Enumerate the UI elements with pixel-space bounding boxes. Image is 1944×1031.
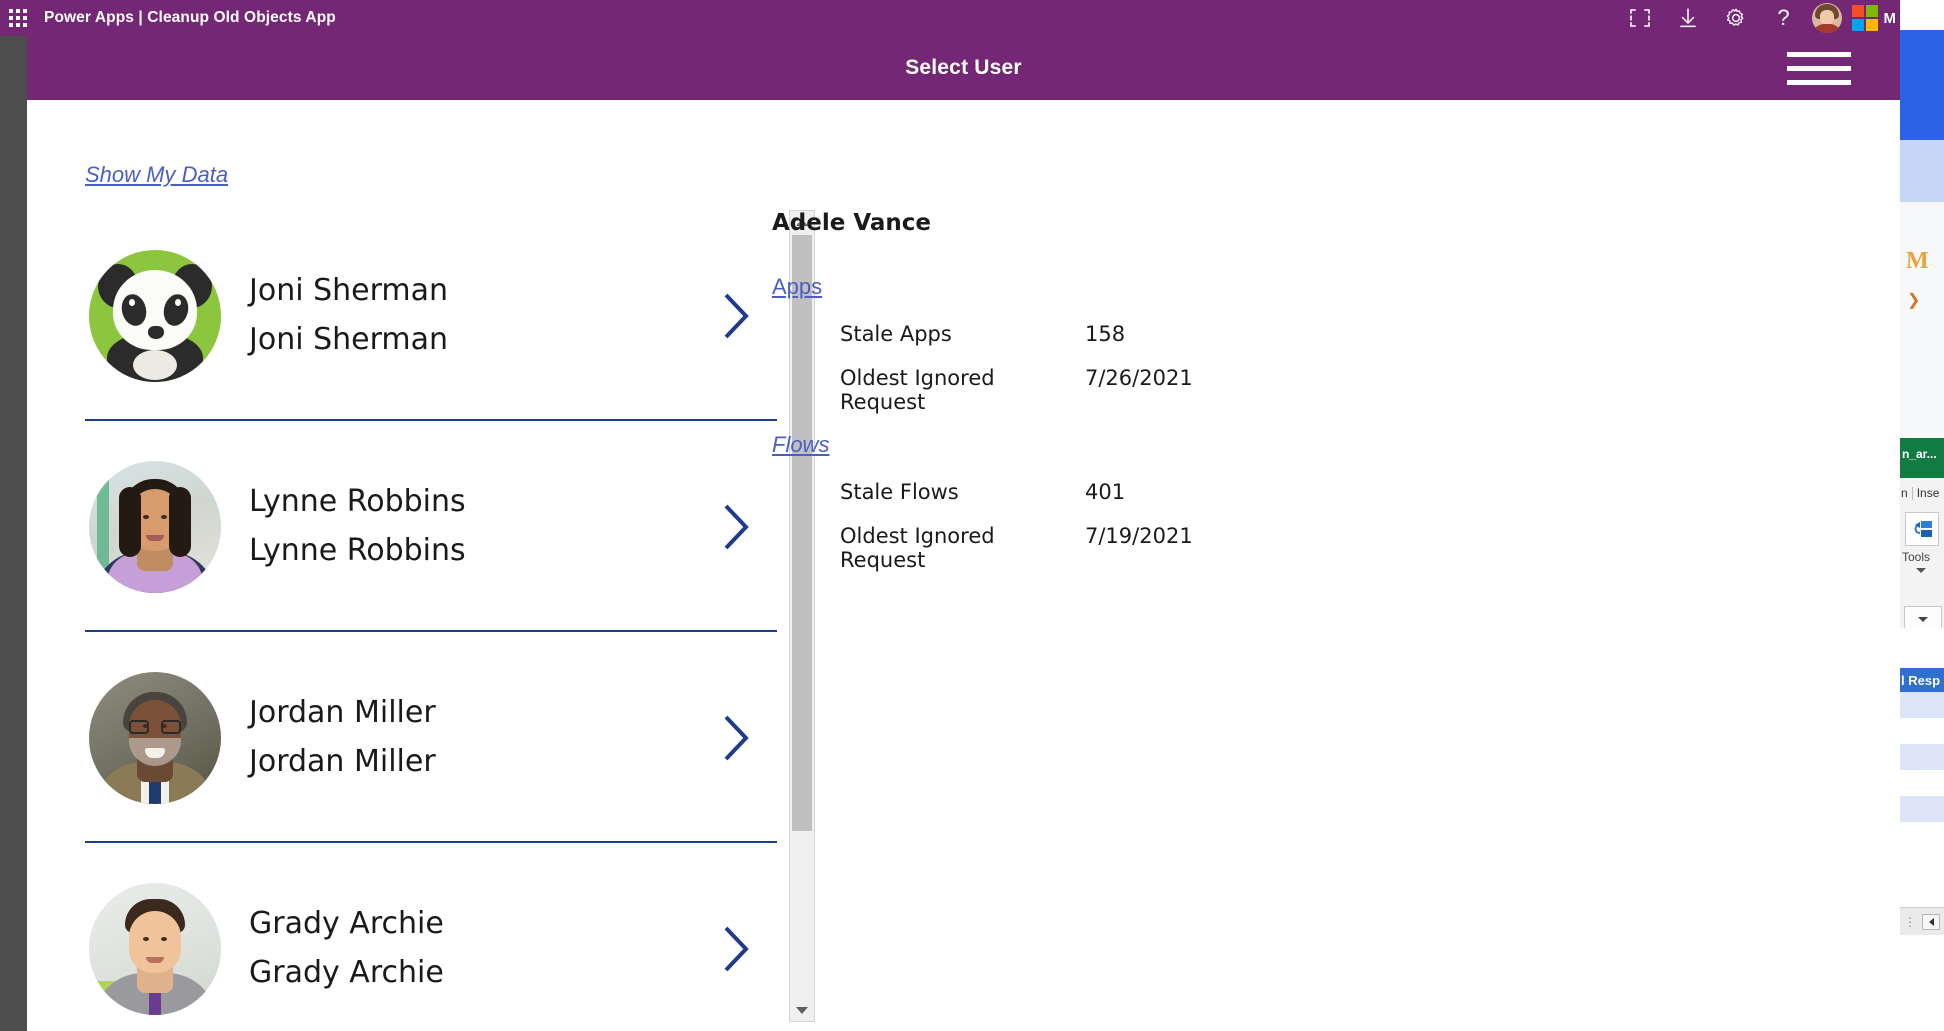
desktop-gutter xyxy=(0,36,27,1031)
chevron-right-icon[interactable] xyxy=(719,711,753,765)
panda-avatar xyxy=(89,250,221,382)
bgwin-tab-divider xyxy=(1912,487,1913,500)
stat-value: 7/26/2021 xyxy=(1085,366,1193,390)
list-item-primary-name: Joni Sherman xyxy=(249,267,719,316)
list-item-primary-name: Jordan Miller xyxy=(249,689,719,738)
list-item-secondary-name: Joni Sherman xyxy=(249,316,719,365)
stat-key: Stale Flows xyxy=(840,480,1085,504)
list-item-names: Joni Sherman Joni Sherman xyxy=(249,267,719,364)
bgwin-table-header: l Resp xyxy=(1900,668,1944,692)
app-launcher-icon[interactable] xyxy=(0,0,36,36)
avatar-photo-art xyxy=(89,883,221,1015)
detail-section-apps: Apps Stale Apps 158 Oldest Ignored Reque… xyxy=(772,274,1772,410)
avatar-face xyxy=(1820,10,1834,25)
list-item-secondary-name: Jordan Miller xyxy=(249,738,719,787)
bgwin-ribbon-tabs[interactable]: n Inse xyxy=(1900,482,1944,504)
bgwin-table-row[interactable] xyxy=(1900,822,1944,848)
table-row: Stale Flows 401 xyxy=(840,480,1360,524)
list-item-primary-name: Grady Archie xyxy=(249,900,719,949)
user-detail-panel: Adele Vance Apps Stale Apps 158 Oldest I… xyxy=(772,210,1772,568)
bgwin-tools-caret-icon[interactable] xyxy=(1916,568,1926,573)
microsoft-logo-icon xyxy=(1852,5,1878,31)
detail-section-flows: Flows Stale Flows 401 Oldest Ignored Req… xyxy=(772,432,1772,568)
list-item[interactable]: Joni Sherman Joni Sherman xyxy=(57,210,785,421)
hamburger-menu-icon[interactable] xyxy=(1787,48,1851,88)
table-row: Oldest Ignored Request 7/26/2021 xyxy=(840,366,1360,410)
page-title: Select User xyxy=(905,56,1022,80)
bgwin-statusbar: ⋮ xyxy=(1900,907,1944,935)
chevron-right-icon[interactable] xyxy=(719,500,753,554)
bgwin-tab-insert[interactable]: Inse xyxy=(1917,486,1940,500)
bgwin-brand-letter: M xyxy=(1906,248,1929,275)
screen-root: M ❯ n_ar... n Inse Tools M l Resp xyxy=(0,0,1944,1031)
bgwin-content-area xyxy=(1900,202,1944,438)
bgwin-table-row[interactable] xyxy=(1900,770,1944,796)
microsoft-wordmark: M xyxy=(1884,10,1897,27)
stat-key: Oldest Ignored Request xyxy=(840,366,1085,414)
stat-key: Oldest Ignored Request xyxy=(840,524,1085,572)
flows-link[interactable]: Flows xyxy=(772,432,829,458)
apps-stats-table: Stale Apps 158 Oldest Ignored Request 7/… xyxy=(840,322,1360,410)
chevron-right-icon[interactable] xyxy=(719,922,753,976)
list-item[interactable]: Grady Archie Grady Archie xyxy=(57,843,785,1022)
bgwin-tab-left[interactable]: n xyxy=(1901,486,1908,500)
apps-link[interactable]: Apps xyxy=(772,274,822,300)
stat-value: 158 xyxy=(1085,322,1125,346)
bgwin-table-row[interactable] xyxy=(1900,692,1944,718)
waffle-grid xyxy=(9,9,27,27)
bgwin-table-row[interactable] xyxy=(1900,796,1944,822)
bgwin-blue-banner xyxy=(1900,30,1944,140)
stat-value: 401 xyxy=(1085,480,1125,504)
app-canvas: Show My Data Joni Sherman xyxy=(27,100,1900,1031)
gear-icon[interactable] xyxy=(1712,0,1760,36)
chevron-right-icon[interactable] xyxy=(719,289,753,343)
table-row: Oldest Ignored Request 7/19/2021 xyxy=(840,524,1360,568)
user-gallery: Joni Sherman Joni Sherman xyxy=(57,210,785,1022)
list-item-secondary-name: Lynne Robbins xyxy=(249,527,719,576)
bgwin-tools-button[interactable] xyxy=(1905,512,1939,546)
flows-stats-table: Stale Flows 401 Oldest Ignored Request 7… xyxy=(840,480,1360,568)
bgwin-titlebar xyxy=(1900,0,1944,30)
user-gallery-wrapper: Joni Sherman Joni Sherman xyxy=(57,210,815,1022)
background-window[interactable]: M ❯ n_ar... n Inse Tools M l Resp xyxy=(1900,0,1944,1031)
table-row: Stale Apps 158 xyxy=(840,322,1360,366)
photo-avatar xyxy=(89,672,221,804)
bgwin-table-row[interactable] xyxy=(1900,718,1944,744)
avatar-photo-art xyxy=(89,461,221,593)
suite-title: Power Apps | Cleanup Old Objects App xyxy=(44,9,336,27)
user-avatar[interactable] xyxy=(1812,3,1842,33)
app-header: Select User xyxy=(27,36,1900,100)
suite-icon-group: ? M xyxy=(1616,0,1901,36)
bgwin-lightblue-band xyxy=(1900,140,1944,202)
bgwin-grip-icon[interactable]: ⋮ xyxy=(1904,915,1917,929)
bgwin-prev-button[interactable] xyxy=(1922,914,1940,930)
download-icon[interactable] xyxy=(1664,0,1712,36)
avatar-body xyxy=(1813,24,1841,33)
fullscreen-icon[interactable] xyxy=(1616,0,1664,36)
suite-bar: Power Apps | Cleanup Old Objects App xyxy=(0,0,1900,36)
list-item[interactable]: Jordan Miller Jordan Miller xyxy=(57,632,785,843)
list-item-names: Jordan Miller Jordan Miller xyxy=(249,689,719,786)
photo-avatar xyxy=(89,883,221,1015)
bgwin-tools-label: Tools xyxy=(1902,550,1930,564)
list-item-primary-name: Lynne Robbins xyxy=(249,478,719,527)
stat-value: 7/19/2021 xyxy=(1085,524,1193,548)
photo-avatar xyxy=(89,461,221,593)
list-item-secondary-name: Grady Archie xyxy=(249,949,719,998)
bgwin-table-row[interactable] xyxy=(1900,744,1944,770)
help-icon[interactable]: ? xyxy=(1760,0,1808,36)
list-item[interactable]: Lynne Robbins Lynne Robbins xyxy=(57,421,785,632)
bgwin-chevron-icon: ❯ xyxy=(1907,290,1920,310)
list-item-names: Lynne Robbins Lynne Robbins xyxy=(249,478,719,575)
glasses-icon xyxy=(129,720,181,734)
bgwin-footer-area xyxy=(1900,935,1944,1031)
avatar-photo-art xyxy=(89,672,221,804)
show-my-data-link[interactable]: Show My Data xyxy=(85,162,228,188)
detail-user-name: Adele Vance xyxy=(772,210,1772,236)
scroll-down-icon[interactable] xyxy=(790,999,814,1021)
bgwin-excel-filename: n_ar... xyxy=(1902,447,1937,461)
stat-key: Stale Apps xyxy=(840,322,1085,346)
list-item-names: Grady Archie Grady Archie xyxy=(249,900,719,997)
